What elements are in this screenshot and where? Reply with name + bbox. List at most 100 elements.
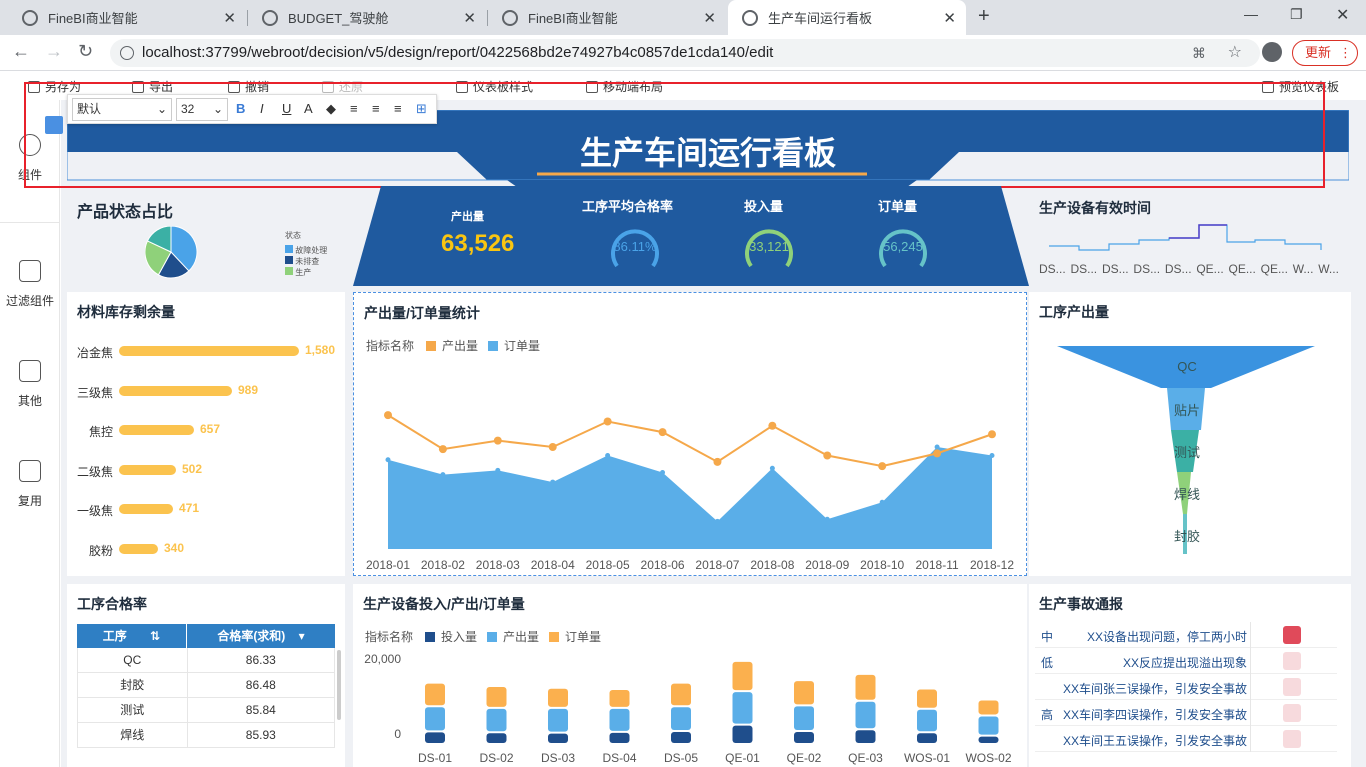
bar-segment[interactable]	[425, 683, 445, 706]
line-point[interactable]	[384, 411, 392, 420]
stock-card[interactable]: 材料库存剩余量 冶金焦 1,580 三级焦 989 焦控 657 二级焦 502 一级焦 471 胶…	[67, 292, 345, 576]
bar-segment[interactable]	[548, 733, 568, 743]
bar-segment[interactable]	[425, 732, 445, 743]
bar-segment[interactable]	[978, 736, 999, 743]
funnel-card[interactable]: 工序产出量 QC 贴片 测试 焊线 封胶	[1029, 292, 1351, 576]
close-icon[interactable]: ✕	[463, 9, 476, 27]
maximize-button[interactable]: ❐	[1290, 6, 1303, 23]
line-point[interactable]	[823, 451, 832, 460]
stock-bar[interactable]	[119, 346, 299, 356]
window-close-button[interactable]: ✕	[1336, 5, 1349, 25]
bar-segment[interactable]	[794, 706, 814, 730]
stock-bar[interactable]	[119, 425, 194, 435]
table-row[interactable]: 测试 85.84	[77, 698, 335, 723]
area-point[interactable]	[824, 516, 830, 522]
product-status-card[interactable]: 产品状态占比 状态 故障处理 未排查 生产	[67, 188, 351, 286]
pie-chart[interactable]	[145, 226, 203, 284]
stacked-bar-chart[interactable]: 20,000 0 DS-01 DS-02 DS-03 DS-04 DS-05 QE-01 QE-…	[353, 650, 1025, 767]
accident-row[interactable]: XX车间王五误操作，引发安全事故	[1035, 726, 1337, 752]
bar-segment[interactable]	[609, 732, 630, 743]
area-point[interactable]	[989, 453, 995, 458]
bar-segment[interactable]	[671, 731, 691, 743]
legend-item[interactable]: 订单量	[565, 628, 601, 645]
table-row[interactable]: QC 86.33	[77, 648, 335, 673]
line-point[interactable]	[878, 462, 887, 471]
browser-tab[interactable]: BUDGET_驾驶舱 ✕	[248, 0, 486, 35]
stock-row[interactable]: 三级焦 989	[67, 382, 345, 402]
line-point[interactable]	[713, 457, 722, 466]
legend-item[interactable]: 产出量	[442, 337, 478, 354]
stock-bar[interactable]	[119, 543, 158, 554]
device-bars-card[interactable]: 生产设备投入/产出/订单量 指标名称 投入量 产出量 订单量 20,000 0 DS…	[353, 584, 1027, 767]
profile-avatar[interactable]	[1262, 42, 1282, 62]
reload-icon[interactable]: ↻	[78, 41, 93, 62]
area-point[interactable]	[550, 479, 556, 485]
bar-segment[interactable]	[486, 708, 507, 732]
bar-segment[interactable]	[548, 688, 568, 707]
stock-row[interactable]: 一级焦 471	[67, 500, 345, 520]
bar-segment[interactable]	[978, 700, 999, 715]
bar-segment[interactable]	[609, 689, 630, 707]
legend-item[interactable]: 未排查	[285, 256, 327, 267]
table-row[interactable]: 封胶 86.48	[77, 673, 335, 698]
bar-segment[interactable]	[671, 707, 691, 730]
area-point[interactable]	[879, 499, 885, 505]
new-tab-button[interactable]: +	[978, 5, 990, 28]
scrollbar[interactable]	[337, 650, 341, 720]
stock-row[interactable]: 胶粉 340	[67, 540, 345, 560]
line-point[interactable]	[933, 449, 942, 458]
bar-segment[interactable]	[794, 731, 814, 743]
bar-segment[interactable]	[609, 708, 630, 731]
area-point[interactable]	[660, 470, 666, 475]
bar-segment[interactable]	[671, 683, 691, 706]
legend-item[interactable]: 生产	[285, 267, 327, 278]
bar-segment[interactable]	[794, 681, 814, 705]
line-point[interactable]	[493, 436, 502, 445]
legend-item[interactable]: 投入量	[441, 628, 477, 645]
close-icon[interactable]: ✕	[943, 9, 956, 27]
legend-item[interactable]: 故障处理	[285, 245, 327, 256]
table-row[interactable]: 焊线 85.93	[77, 723, 335, 748]
browser-tab-active[interactable]: 生产车间运行看板 ✕	[728, 0, 966, 35]
line-point[interactable]	[658, 428, 667, 437]
legend-item[interactable]: 订单量	[504, 337, 540, 354]
accident-row[interactable]: 低 XX反应提出现溢出现象	[1035, 648, 1337, 674]
stock-bar[interactable]	[119, 385, 232, 396]
area-point[interactable]	[714, 518, 720, 524]
accident-card[interactable]: 生产事故通报 中 XX设备出现问题，停工两小时低 XX反应提出现溢出现象 XX车间张三…	[1029, 584, 1351, 767]
browser-tab[interactable]: FineBI商业智能 ✕	[8, 0, 246, 35]
bar-segment[interactable]	[855, 674, 876, 700]
accident-row[interactable]: XX车间张三误操作，引发安全事故	[1035, 674, 1337, 700]
area-point[interactable]	[495, 467, 501, 473]
translate-icon[interactable]: ⌘	[1192, 39, 1206, 67]
forward-icon[interactable]: →	[45, 41, 63, 62]
sidebar-item-filter[interactable]: 过滤组件	[0, 260, 60, 309]
minimize-button[interactable]: —	[1244, 6, 1258, 22]
stock-bar[interactable]	[119, 504, 173, 514]
line-series[interactable]	[387, 414, 993, 468]
line-point[interactable]	[603, 417, 612, 426]
bar-segment[interactable]	[425, 707, 445, 731]
bar-segment[interactable]	[732, 725, 753, 743]
legend-item[interactable]: 产出量	[503, 628, 539, 645]
line-point[interactable]	[548, 443, 557, 451]
line-point[interactable]	[438, 445, 447, 454]
bar-segment[interactable]	[732, 692, 753, 724]
back-icon[interactable]: ←	[12, 41, 30, 62]
area-point[interactable]	[769, 465, 775, 471]
close-icon[interactable]: ✕	[223, 9, 236, 27]
star-icon[interactable]: ☆	[1228, 39, 1242, 67]
bar-segment[interactable]	[855, 730, 876, 743]
stock-bar[interactable]	[119, 464, 176, 475]
area-line-chart[interactable]: 2018-01 2018-02 2018-03 2018-04 2018-05 2018-…	[354, 363, 1026, 575]
info-icon[interactable]	[120, 46, 134, 60]
bar-segment[interactable]	[917, 733, 937, 743]
bar-segment[interactable]	[917, 709, 937, 732]
bar-segment[interactable]	[486, 733, 507, 743]
column-header[interactable]: 合格率(求和) ▾	[187, 624, 335, 648]
bar-segment[interactable]	[978, 716, 999, 735]
accident-row[interactable]: 中 XX设备出现问题，停工两小时	[1035, 622, 1337, 648]
line-point[interactable]	[768, 421, 777, 430]
bar-segment[interactable]	[548, 708, 568, 732]
output-order-card[interactable]: 产出量/订单量统计 指标名称 产出量 订单量 2018-01 2018-02 201…	[353, 292, 1027, 576]
